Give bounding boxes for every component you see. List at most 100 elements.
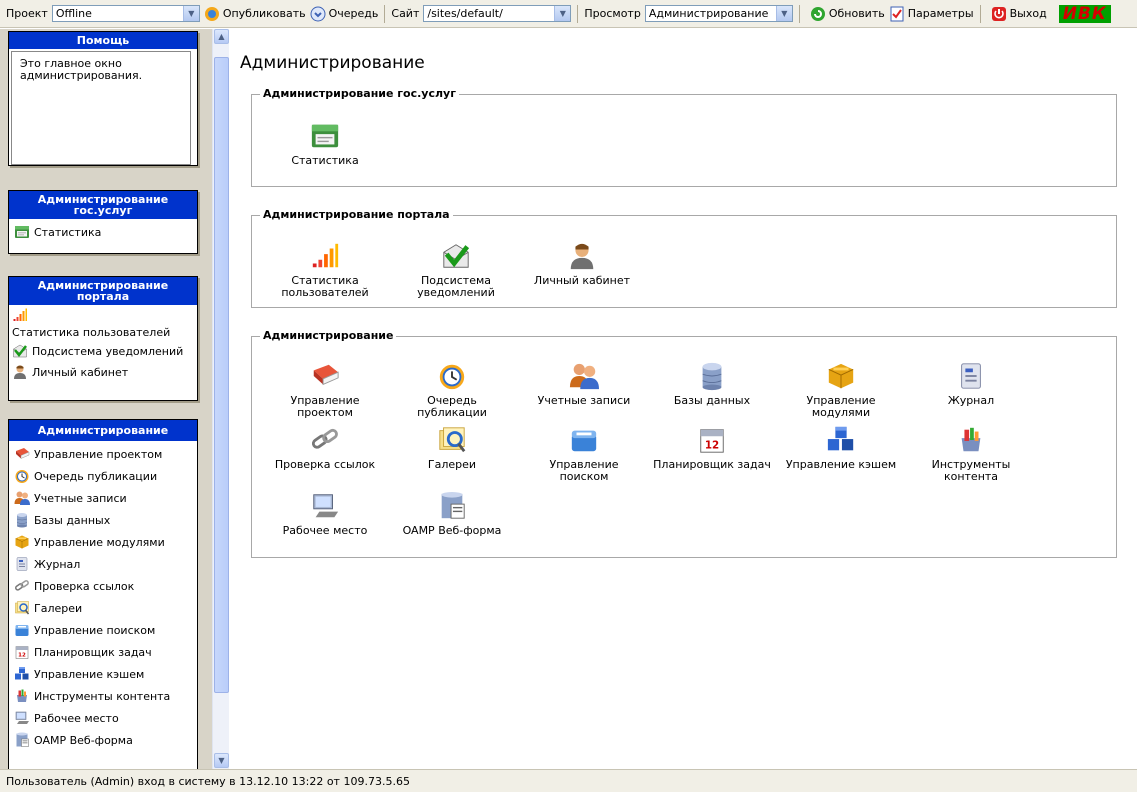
tools-icon	[14, 688, 30, 704]
tile-link-check[interactable]: Проверка ссылок	[265, 425, 385, 471]
tile-label: Статистика пользователей	[281, 274, 369, 299]
scrollbar-thumb[interactable]	[214, 57, 229, 693]
sidebar-item-publish-queue[interactable]: Очередь публикации	[14, 465, 192, 487]
sidebar-item-label: Управление поиском	[34, 623, 156, 637]
sidebar-item-label: Базы данных	[34, 513, 111, 527]
sidebar-item-project[interactable]: Управление проектом	[14, 443, 192, 465]
sidebar-item-cache[interactable]: Управление кэшем	[14, 663, 192, 685]
toolbar-separator	[384, 4, 386, 23]
chevron-down-icon[interactable]: ▼	[182, 6, 199, 21]
sidebar-item-user-stats[interactable]: Статистика пользователей	[12, 323, 194, 341]
toolbar-separator	[798, 4, 800, 23]
sidebar-item-webform[interactable]: OAMP Веб-форма	[14, 729, 192, 751]
tile-accounts[interactable]: Учетные записи	[524, 361, 644, 407]
bar-chart-icon	[12, 307, 28, 323]
sidebar-item-label: Управление модулями	[34, 535, 165, 549]
sidebar-item-statistics[interactable]: Статистика	[14, 221, 192, 243]
sidebar-item-databases[interactable]: Базы данных	[14, 509, 192, 531]
tile-galleries[interactable]: Галереи	[392, 425, 512, 471]
toolbar-separator	[979, 4, 981, 23]
project-select[interactable]: Offline ▼	[51, 5, 200, 22]
sidebar-item-label: Статистика пользователей	[12, 325, 171, 339]
tile-label: OAMP Веб-форма	[402, 524, 502, 537]
tile-workstation[interactable]: Рабочее место	[265, 491, 385, 537]
tile-search-mgmt[interactable]: Управление поиском	[524, 425, 644, 483]
sidebar-item-label: Галереи	[34, 601, 83, 615]
sidebar-scrollbar[interactable]: ▲ ▼	[212, 29, 229, 769]
sidebar-item-label: Журнал	[34, 557, 81, 571]
tile-scheduler[interactable]: Планировщик задач	[652, 425, 772, 471]
webform-icon	[14, 732, 30, 748]
chevron-down-icon[interactable]: ▼	[775, 6, 792, 21]
params-label: Параметры	[907, 7, 974, 20]
journal-icon	[14, 556, 30, 572]
sidebar-item-cabinet[interactable]: Личный кабинет	[12, 361, 194, 383]
scroll-down-icon[interactable]: ▼	[214, 753, 229, 768]
tile-webform[interactable]: OAMP Веб-форма	[392, 491, 512, 537]
page-title: Администрирование	[240, 53, 425, 73]
toolbar-separator	[577, 4, 579, 23]
tile-cabinet[interactable]: Личный кабинет	[522, 241, 642, 287]
queue-label: Очередь	[328, 7, 379, 20]
cache-icon	[826, 425, 856, 455]
refresh-label: Обновить	[828, 7, 885, 20]
tile-journal[interactable]: Журнал	[911, 361, 1031, 407]
site-label: Сайт	[391, 7, 420, 20]
help-panel: Помощь Это главное окно администрировани…	[8, 31, 198, 166]
publish-button[interactable]: Опубликовать	[204, 6, 306, 22]
refresh-button[interactable]: Обновить	[810, 6, 885, 22]
scroll-up-icon[interactable]: ▲	[214, 29, 229, 44]
users-icon	[14, 490, 30, 506]
params-button[interactable]: Параметры	[889, 6, 974, 22]
sidebar-item-label: Планировщик задач	[34, 645, 152, 659]
sidebar-item-scheduler[interactable]: Планировщик задач	[14, 641, 192, 663]
tile-statistics[interactable]: Статистика	[265, 121, 385, 167]
sidebar-item-label: Управление проектом	[34, 447, 163, 461]
tile-cache[interactable]: Управление кэшем	[781, 425, 901, 471]
sidebar-item-link-check[interactable]: Проверка ссылок	[14, 575, 192, 597]
portal-panel: Администрирование портала Статистика пол…	[8, 276, 198, 401]
sidebar-item-journal[interactable]: Журнал	[14, 553, 192, 575]
checklist-icon	[889, 6, 905, 22]
tile-databases[interactable]: Базы данных	[652, 361, 772, 407]
sidebar-item-label: Статистика	[34, 225, 102, 239]
tile-label: Рабочее место	[282, 524, 368, 537]
exit-button[interactable]: Выход	[991, 6, 1047, 22]
gos-panel-title: Администрирование гос.услуг	[9, 191, 197, 219]
help-text: Это главное окно администрирования.	[11, 51, 191, 165]
tile-project[interactable]: Управление проектом	[265, 361, 385, 419]
publish-label: Опубликовать	[222, 7, 306, 20]
tile-content-tools[interactable]: Инструменты контента	[911, 425, 1031, 483]
sidebar-item-workstation[interactable]: Рабочее место	[14, 707, 192, 729]
site-select[interactable]: /sites/default/ ▼	[423, 5, 572, 22]
sidebar-item-notifications[interactable]: Подсистема уведомлений	[12, 341, 194, 361]
tile-modules[interactable]: Управление модулями	[781, 361, 901, 419]
tile-label: Управление поиском	[549, 458, 619, 483]
book-icon	[310, 361, 340, 391]
link-icon	[310, 425, 340, 455]
chevron-down-icon[interactable]: ▼	[554, 6, 571, 21]
project-label: Проект	[6, 7, 48, 20]
power-icon	[991, 6, 1007, 22]
ivk-logo: ИВК	[1058, 4, 1111, 23]
tile-publish-queue[interactable]: Очередь публикации	[392, 361, 512, 419]
sidebar-item-content-tools[interactable]: Инструменты контента	[14, 685, 192, 707]
calendar-icon	[697, 425, 727, 455]
queue-button[interactable]: Очередь	[310, 6, 379, 22]
tile-label: Статистика	[291, 154, 359, 167]
sidebar-item-galleries[interactable]: Галереи	[14, 597, 192, 619]
clock-icon	[437, 361, 467, 391]
sidebar-item-search-mgmt[interactable]: Управление поиском	[14, 619, 192, 641]
calendar-icon	[14, 644, 30, 660]
clock-icon	[14, 468, 30, 484]
sidebar-item-label: Учетные записи	[34, 491, 127, 505]
tile-user-stats[interactable]: Статистика пользователей	[265, 241, 385, 299]
view-select[interactable]: Администрирование ▼	[644, 5, 793, 22]
user-icon	[567, 241, 597, 271]
tile-notifications[interactable]: Подсистема уведомлений	[396, 241, 516, 299]
gos-panel: Администрирование гос.услуг Статистика	[8, 190, 198, 254]
portal-panel-title: Администрирование портала	[9, 277, 197, 305]
sidebar-item-accounts[interactable]: Учетные записи	[14, 487, 192, 509]
statistics-icon	[14, 224, 30, 240]
sidebar-item-modules[interactable]: Управление модулями	[14, 531, 192, 553]
